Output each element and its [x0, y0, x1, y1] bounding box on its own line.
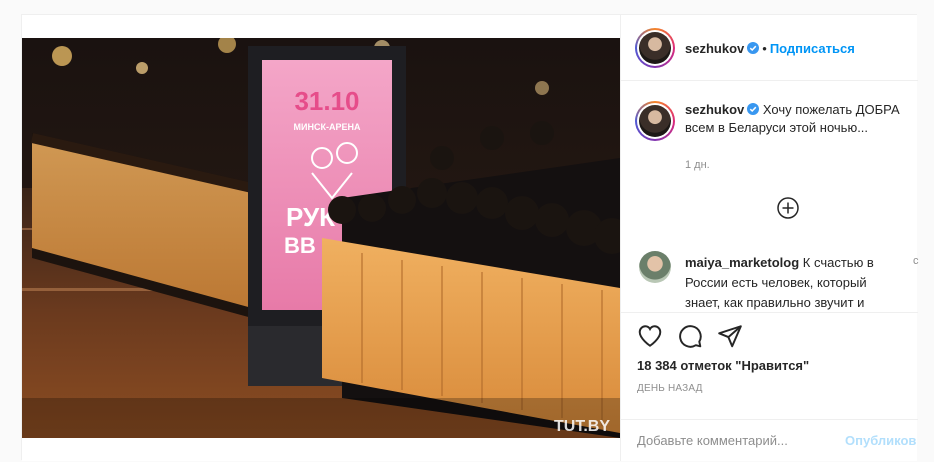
post-age[interactable]: ДЕНЬ НАЗАД — [637, 383, 703, 394]
photo-illustration: 31.10 МИНСК-АРЕНА РУК ВВ TUT.BY — [22, 38, 620, 438]
poster-date: 31.10 — [294, 86, 359, 116]
plus-circle-icon[interactable] — [777, 197, 799, 219]
verified-icon — [747, 42, 760, 54]
post-actions: 18 384 отметок "Нравится" ДЕНЬ НАЗАД — [621, 312, 918, 408]
post-photo[interactable]: 31.10 МИНСК-АРЕНА РУК ВВ TUT.BY — [22, 38, 620, 438]
post-card: 31.10 МИНСК-АРЕНА РУК ВВ TUT.BY sezhukov… — [21, 14, 919, 461]
author-avatar[interactable] — [635, 28, 675, 68]
verified-icon — [747, 103, 760, 115]
separator-dot: • — [762, 41, 767, 56]
post-sidebar: sezhukov • Подписаться sezhukov Хочу пожел… — [620, 15, 919, 461]
author-username[interactable]: sezhukov — [685, 41, 744, 56]
likes-count[interactable]: 18 384 отметок "Нравится" — [637, 358, 809, 373]
caption-time[interactable]: 1 дн. — [685, 159, 710, 171]
commenter-username[interactable]: maiya_marketolog — [685, 255, 799, 270]
comment-icon[interactable] — [677, 323, 703, 349]
poster-text-2: ВВ — [284, 233, 316, 258]
watermark: TUT.BY — [554, 418, 610, 435]
follow-button[interactable]: Подписаться — [770, 41, 855, 56]
heart-icon[interactable] — [637, 323, 663, 349]
poster-venue: МИНСК-АРЕНА — [294, 122, 361, 132]
caption-username[interactable]: sezhukov — [685, 102, 744, 117]
post-media[interactable]: 31.10 МИНСК-АРЕНА РУК ВВ TUT.BY — [22, 15, 620, 461]
comment-input[interactable]: Добавьте комментарий... — [637, 433, 788, 448]
caption-avatar[interactable] — [635, 101, 675, 141]
poster-text-1: РУК — [286, 202, 335, 232]
comment-composer: Добавьте комментарий... Опубликов — [621, 419, 918, 461]
comment-truncated: c — [913, 255, 919, 267]
share-icon[interactable] — [717, 323, 743, 349]
post-header: sezhukov • Подписаться — [621, 15, 918, 81]
publish-button[interactable]: Опубликов — [845, 433, 916, 448]
commenter-avatar[interactable] — [639, 251, 671, 283]
